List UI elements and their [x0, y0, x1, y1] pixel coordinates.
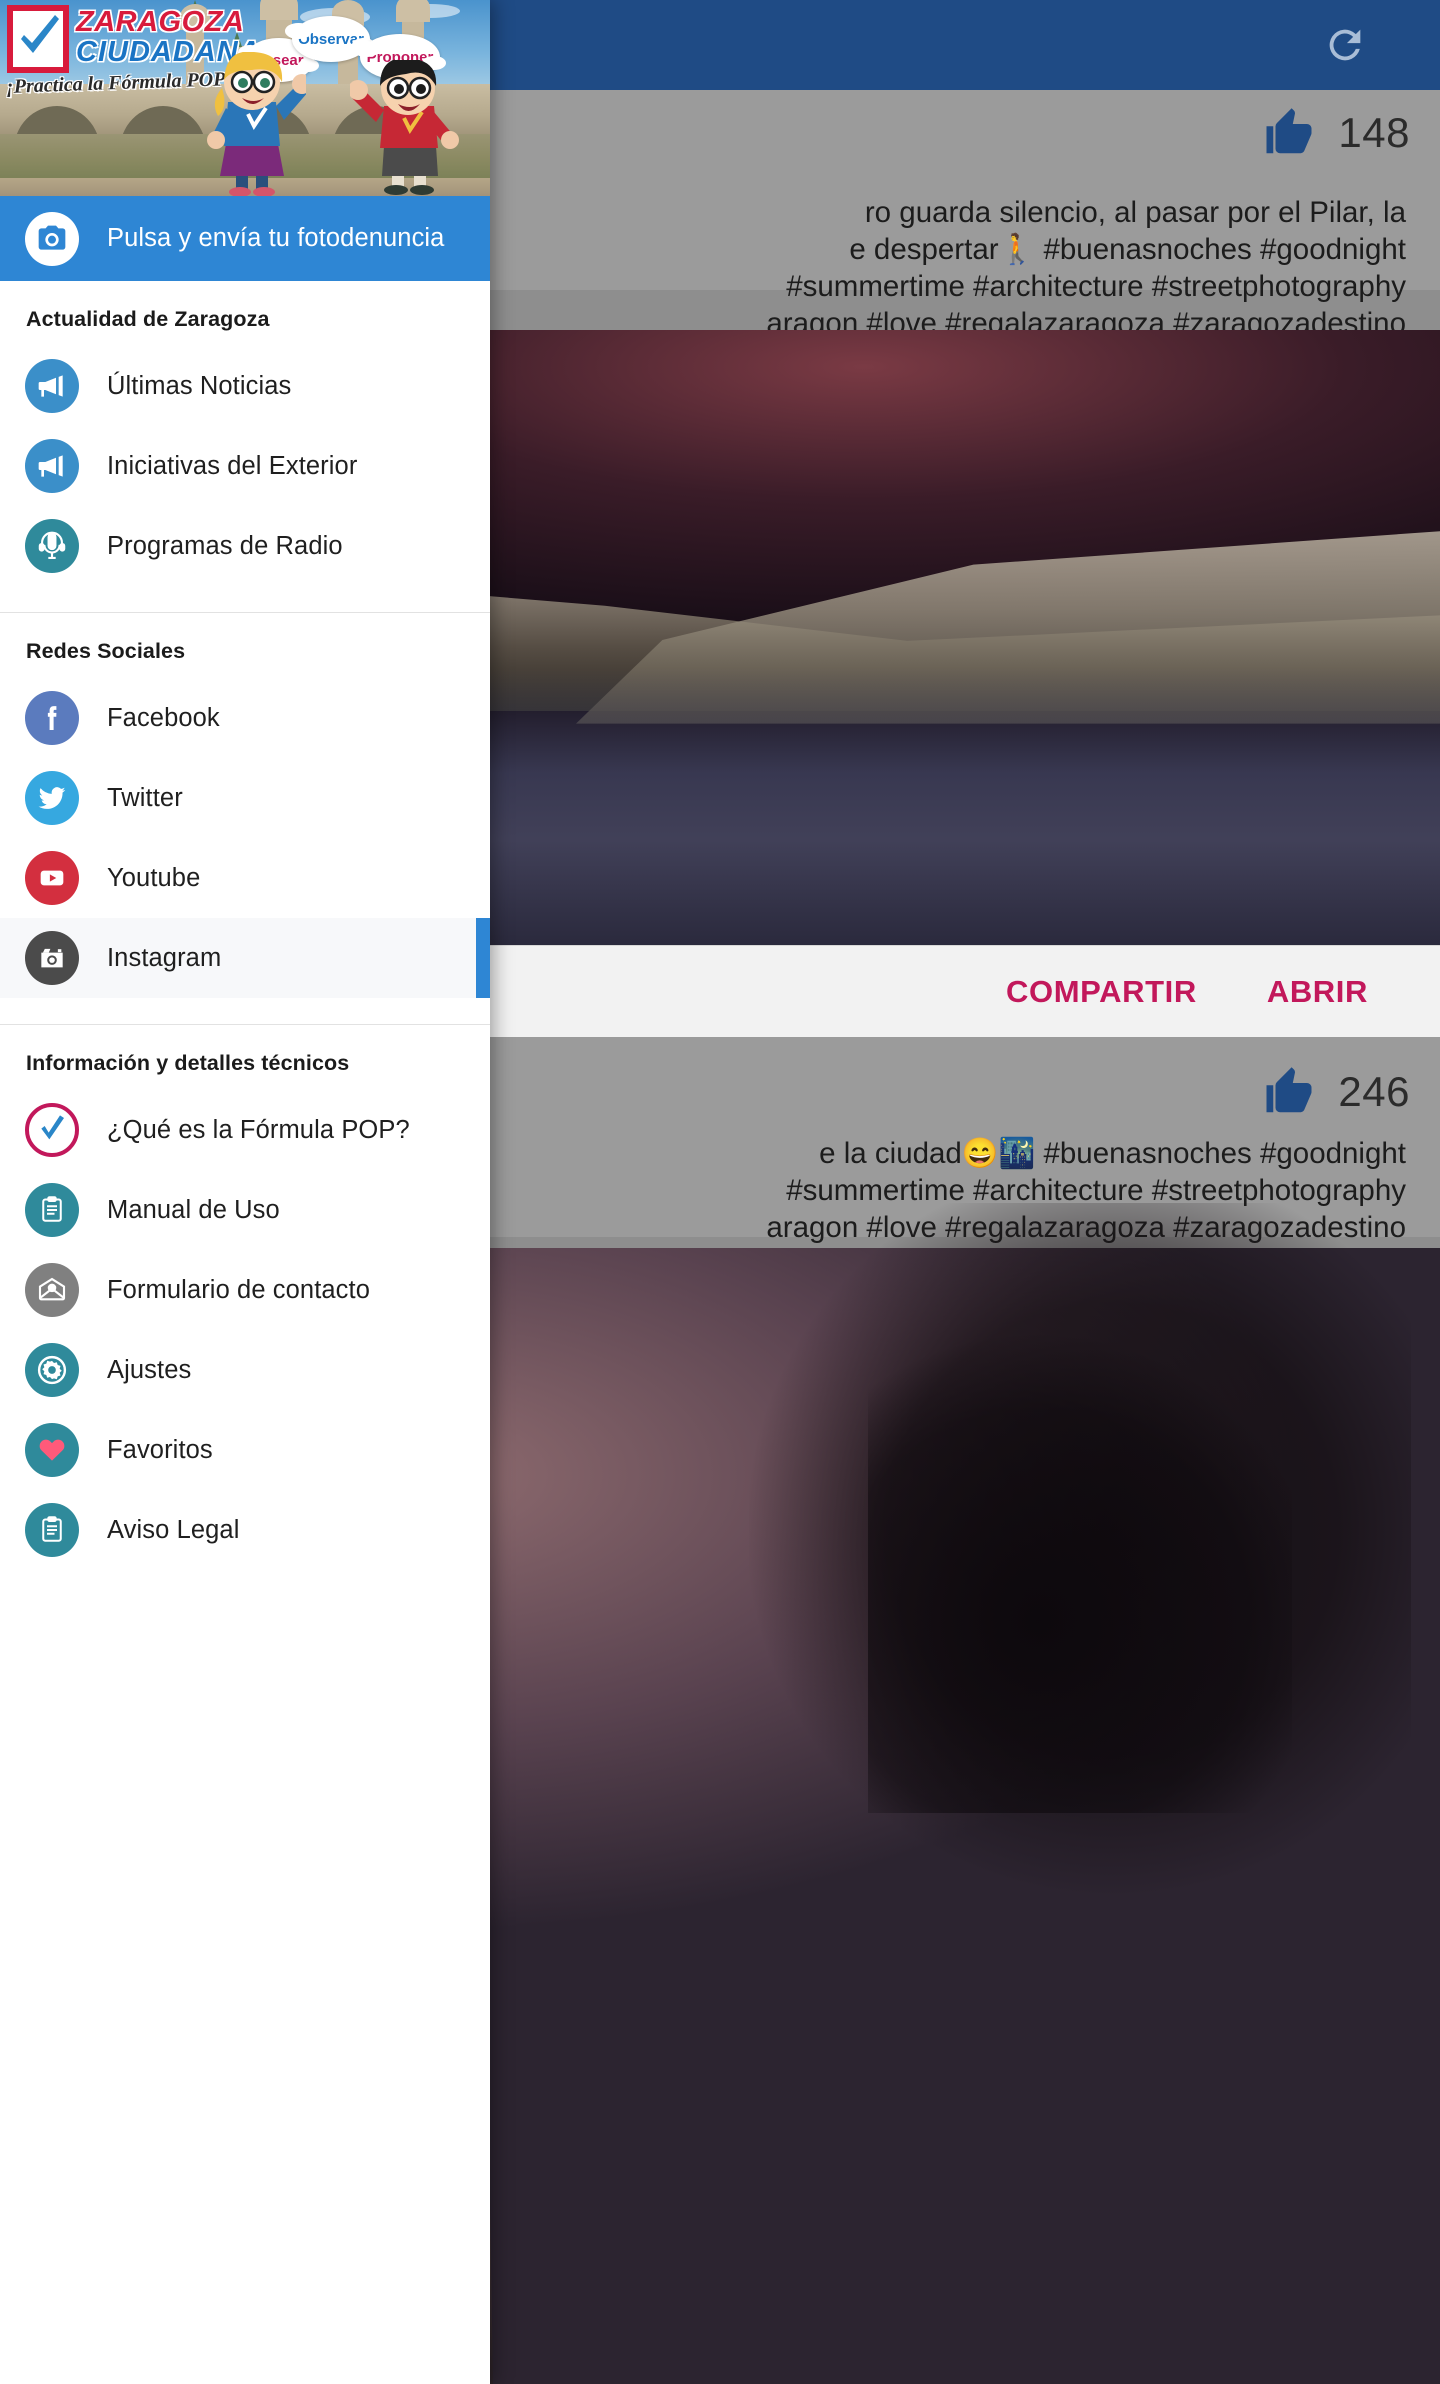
- camera-icon: [25, 211, 79, 266]
- formula-pop-icon: [25, 1103, 79, 1157]
- thumbs-up-icon: [1262, 106, 1316, 160]
- section-informacion: Información y detalles técnicos ¿Qué es …: [0, 1025, 490, 1596]
- menu-item-manual-de-uso[interactable]: Manual de Uso: [0, 1170, 490, 1250]
- menu-item-label: Manual de Uso: [107, 1195, 280, 1224]
- menu-item-label: Instagram: [107, 943, 222, 972]
- girl-mascot: [207, 52, 306, 196]
- tree-silhouette: [748, 1202, 1412, 1930]
- menu-item-que-es-formula-pop[interactable]: ¿Qué es la Fórmula POP?: [0, 1090, 490, 1170]
- section-title: Redes Sociales: [26, 639, 186, 663]
- share-button[interactable]: COMPARTIR: [1006, 974, 1197, 1010]
- menu-item-label: Ajustes: [107, 1355, 192, 1384]
- gear-icon: [25, 1343, 79, 1397]
- like-row: 246: [1262, 1065, 1410, 1119]
- section-title: Actualidad de Zaragoza: [26, 307, 270, 331]
- like-count: 246: [1338, 1068, 1410, 1115]
- menu-item-youtube[interactable]: Youtube: [0, 838, 490, 918]
- menu-item-ajustes[interactable]: Ajustes: [0, 1330, 490, 1410]
- menu-item-label: Youtube: [107, 863, 201, 892]
- menu-item-instagram[interactable]: Instagram: [0, 918, 490, 998]
- menu-item-formulario-de-contacto[interactable]: Formulario de contacto: [0, 1250, 490, 1330]
- app-screen: 148 ro guarda silencio, al pasar por el …: [0, 0, 1440, 2384]
- heart-icon: [25, 1423, 79, 1477]
- megaphone-icon: [25, 439, 79, 493]
- menu-item-label: Formulario de contacto: [107, 1275, 370, 1304]
- menu-item-facebook[interactable]: Facebook: [0, 678, 490, 758]
- megaphone-icon: [25, 359, 79, 413]
- menu-item-label: Últimas Noticias: [107, 371, 292, 400]
- open-button[interactable]: ABRIR: [1267, 974, 1368, 1010]
- document-icon: [25, 1183, 79, 1237]
- menu-item-label: ¿Qué es la Fórmula POP?: [107, 1115, 410, 1144]
- radio-mic-icon: [25, 519, 79, 573]
- menu-item-label: Aviso Legal: [107, 1515, 240, 1544]
- refresh-icon[interactable]: [1322, 22, 1368, 68]
- brand-line-1: ZARAGOZA: [76, 6, 245, 38]
- section-actualidad: Actualidad de Zaragoza Últimas Noticias …: [0, 281, 490, 613]
- section-title: Información y detalles técnicos: [26, 1051, 350, 1075]
- app-banner: ZARAGOZA CIUDADANA ¡Practica la Fórmula …: [0, 0, 490, 196]
- boy-mascot: [350, 60, 459, 195]
- section-redes-sociales: Redes Sociales Facebook Twitter Youtube: [0, 613, 490, 1025]
- document-icon: [25, 1503, 79, 1557]
- menu-item-aviso-legal[interactable]: Aviso Legal: [0, 1490, 490, 1570]
- menu-item-iniciativas-exterior[interactable]: Iniciativas del Exterior: [0, 426, 490, 506]
- menu-item-label: Favoritos: [107, 1435, 213, 1464]
- menu-item-label: Iniciativas del Exterior: [107, 451, 358, 480]
- like-count: 148: [1338, 109, 1410, 156]
- thumbs-up-icon: [1262, 1065, 1316, 1119]
- menu-item-favoritos[interactable]: Favoritos: [0, 1410, 490, 1490]
- photo-report-label: Pulsa y envía tu fotodenuncia: [107, 224, 445, 252]
- youtube-icon: [25, 851, 79, 905]
- twitter-icon: [25, 771, 79, 825]
- menu-item-ultimas-noticias[interactable]: Últimas Noticias: [0, 346, 490, 426]
- instagram-icon: [25, 931, 79, 985]
- photo-report-button[interactable]: Pulsa y envía tu fotodenuncia: [0, 196, 490, 281]
- like-row: 148: [1262, 106, 1410, 160]
- navigation-drawer: ZARAGOZA CIUDADANA ¡Practica la Fórmula …: [0, 0, 490, 2384]
- facebook-icon: [25, 691, 79, 745]
- menu-item-label: Facebook: [107, 703, 220, 732]
- checkmark-box-logo-icon: [7, 5, 69, 73]
- menu-item-label: Twitter: [107, 783, 183, 812]
- menu-item-programas-radio[interactable]: Programas de Radio: [0, 506, 490, 586]
- menu-item-label: Programas de Radio: [107, 531, 343, 560]
- menu-item-twitter[interactable]: Twitter: [0, 758, 490, 838]
- mail-icon: [25, 1263, 79, 1317]
